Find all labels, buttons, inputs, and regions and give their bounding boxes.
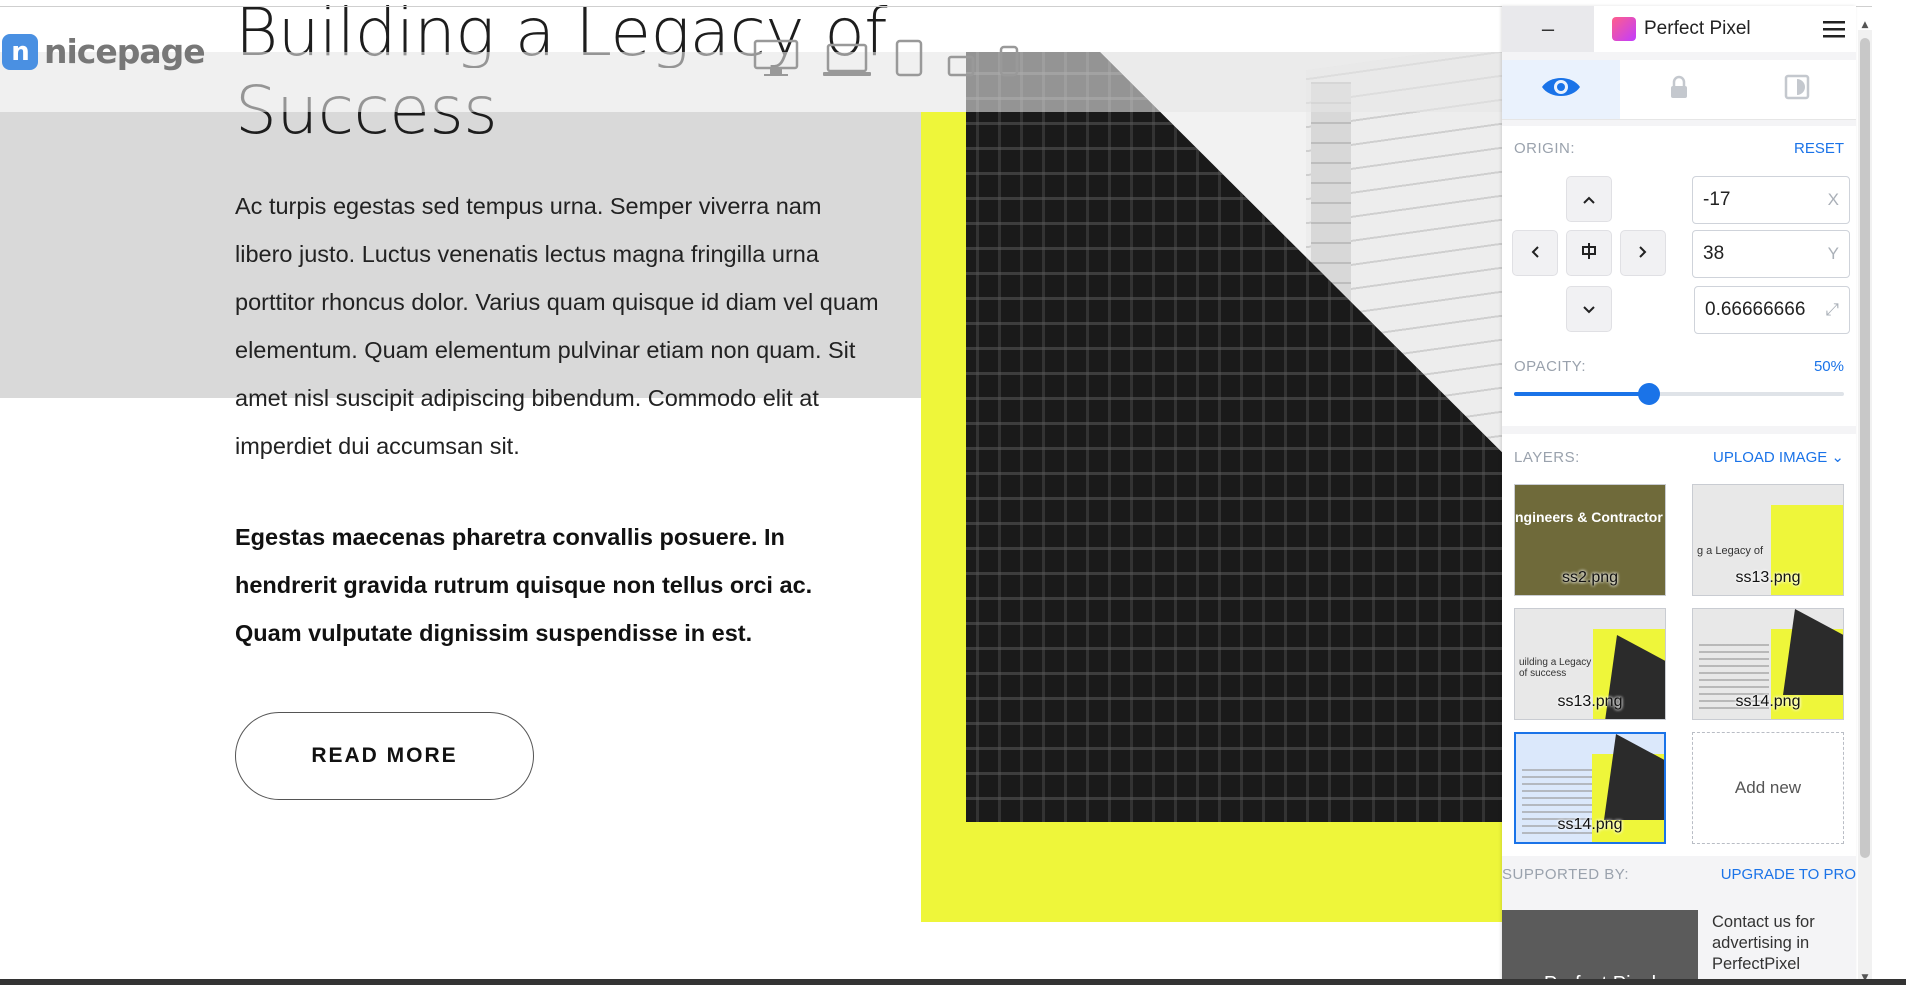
panel-title: Perfect Pixel — [1594, 6, 1812, 52]
opacity-header: OPACITY: 50% — [1514, 358, 1844, 375]
resize-icon: ⤢ — [1825, 300, 1839, 319]
desktop-icon[interactable] — [752, 38, 800, 82]
thumbnail-caption: uilding a Legacy of success — [1519, 657, 1592, 679]
opacity-label: OPACITY: — [1514, 358, 1587, 375]
move-left-button[interactable] — [1512, 230, 1558, 276]
layers-label: LAYERS: — [1514, 448, 1580, 466]
center-icon — [1581, 242, 1597, 265]
layer-name: ss14.png — [1735, 693, 1801, 710]
tablet-landscape-icon[interactable] — [946, 54, 976, 82]
window-edge — [1872, 0, 1906, 985]
lock-icon — [1669, 75, 1689, 104]
move-up-button[interactable] — [1566, 176, 1612, 222]
visibility-tab[interactable] — [1502, 60, 1620, 119]
opacity-slider-thumb[interactable] — [1638, 383, 1660, 405]
layer-thumbnail-selected[interactable]: ss14.png — [1514, 732, 1666, 844]
thumbnail-caption: ngineers & Contractor — [1515, 509, 1663, 525]
layer-name: ss13.png — [1557, 693, 1623, 710]
chevron-down-icon — [1582, 299, 1596, 320]
layer-name: ss2.png — [1561, 569, 1619, 586]
layers-header: LAYERS: UPLOAD IMAGE ⌄ — [1514, 448, 1844, 467]
origin-section: ORIGIN: RESET -17 X 38 Y 0.66666666 ⤢ OP… — [1502, 126, 1856, 426]
move-right-button[interactable] — [1620, 230, 1666, 276]
laptop-icon[interactable] — [822, 42, 872, 82]
chevron-down-icon: ⌄ — [1831, 449, 1844, 466]
building-photo — [966, 52, 1502, 822]
panel-header: – Perfect Pixel — [1502, 6, 1856, 52]
opacity-slider[interactable] — [1514, 383, 1844, 405]
hamburger-menu-icon[interactable] — [1812, 6, 1856, 52]
webpage-canvas: Building a Legacy of Success Ac turpis e… — [0, 0, 1502, 985]
sponsor-ad-image[interactable]: Perfect Pixel — [1502, 910, 1698, 985]
y-offset-input[interactable]: 38 Y — [1692, 230, 1850, 278]
scroll-up-icon[interactable]: ▲ — [1858, 20, 1872, 32]
panel-title-text: Perfect Pixel — [1644, 18, 1751, 39]
bold-paragraph: Egestas maecenas pharetra convallis posu… — [235, 524, 813, 646]
upload-image-label: UPLOAD IMAGE — [1713, 449, 1828, 466]
bottom-border — [0, 979, 1906, 985]
y-unit-label: Y — [1827, 244, 1839, 263]
upload-image-button[interactable]: UPLOAD IMAGE ⌄ — [1713, 448, 1844, 466]
layers-section: LAYERS: UPLOAD IMAGE ⌄ ngineers & Contra… — [1502, 434, 1856, 856]
center-button[interactable] — [1566, 230, 1612, 276]
x-offset-input[interactable]: -17 X — [1692, 176, 1850, 224]
move-down-button[interactable] — [1566, 286, 1612, 332]
perfect-pixel-logo-icon — [1612, 17, 1636, 41]
supported-by-label: SUPPORTED BY: — [1502, 866, 1630, 883]
lock-tab[interactable] — [1620, 60, 1738, 119]
y-offset-value: 38 — [1703, 243, 1725, 264]
reset-button[interactable]: RESET — [1794, 140, 1844, 157]
thumbnail-caption: g a Legacy of — [1697, 545, 1764, 557]
layer-name: ss14.png — [1557, 816, 1623, 833]
thumbnail-building — [1604, 734, 1664, 820]
device-switcher — [752, 38, 1020, 82]
layer-thumbnail[interactable]: uilding a Legacy of success ss13.png — [1514, 608, 1666, 720]
invert-icon — [1784, 74, 1810, 105]
thumbnail-building — [1783, 609, 1843, 695]
read-more-button[interactable]: READ MORE — [235, 712, 534, 800]
opacity-value: 50% — [1813, 358, 1844, 375]
layer-thumbnail[interactable]: ngineers & Contractor ss2.png — [1514, 484, 1666, 596]
origin-header: ORIGIN: RESET — [1514, 140, 1844, 157]
nicepage-logo[interactable]: n nicepage — [2, 32, 206, 71]
sponsor-header: SUPPORTED BY: UPGRADE TO PRO — [1502, 866, 1856, 883]
sponsor-ad-text[interactable]: Contact us for advertising in PerfectPix… — [1712, 912, 1852, 975]
phone-icon[interactable] — [998, 44, 1020, 82]
origin-label: ORIGIN: — [1514, 140, 1576, 157]
minimize-button[interactable]: – — [1502, 6, 1594, 52]
scrollbar-thumb[interactable] — [1860, 38, 1870, 858]
layer-thumbnail[interactable]: ss14.png — [1692, 608, 1844, 720]
tablet-icon[interactable] — [894, 38, 924, 82]
chevron-left-icon — [1530, 243, 1540, 264]
sponsor-section: SUPPORTED BY: UPGRADE TO PRO Perfect Pix… — [1502, 866, 1856, 985]
opacity-slider-fill — [1514, 392, 1649, 396]
scale-value: 0.66666666 — [1705, 299, 1806, 320]
upgrade-to-pro-link[interactable]: UPGRADE TO PRO — [1721, 866, 1856, 883]
scale-input[interactable]: 0.66666666 ⤢ — [1694, 286, 1850, 334]
layer-name: ss13.png — [1735, 569, 1801, 586]
nicepage-logo-icon: n — [2, 33, 38, 70]
eye-icon — [1540, 74, 1582, 105]
editor-toolbar-overlay — [0, 52, 1502, 112]
panel-tabs — [1502, 60, 1856, 120]
layer-thumbnail[interactable]: g a Legacy of ss13.png — [1692, 484, 1844, 596]
chevron-right-icon — [1638, 243, 1648, 264]
x-offset-value: -17 — [1703, 189, 1731, 210]
invert-tab[interactable] — [1738, 60, 1856, 119]
panel-scrollbar[interactable]: ▲ ▼ — [1858, 20, 1872, 985]
perfect-pixel-panel: – Perfect Pixel ORIGIN: RESET -17 X 38 Y… — [1502, 6, 1856, 985]
body-paragraph: Ac turpis egestas sed tempus urna. Sempe… — [235, 193, 879, 459]
chevron-up-icon — [1582, 189, 1596, 210]
logo-text: nicepage — [44, 32, 206, 71]
x-unit-label: X — [1827, 190, 1839, 209]
add-new-layer-button[interactable]: Add new — [1692, 732, 1844, 844]
